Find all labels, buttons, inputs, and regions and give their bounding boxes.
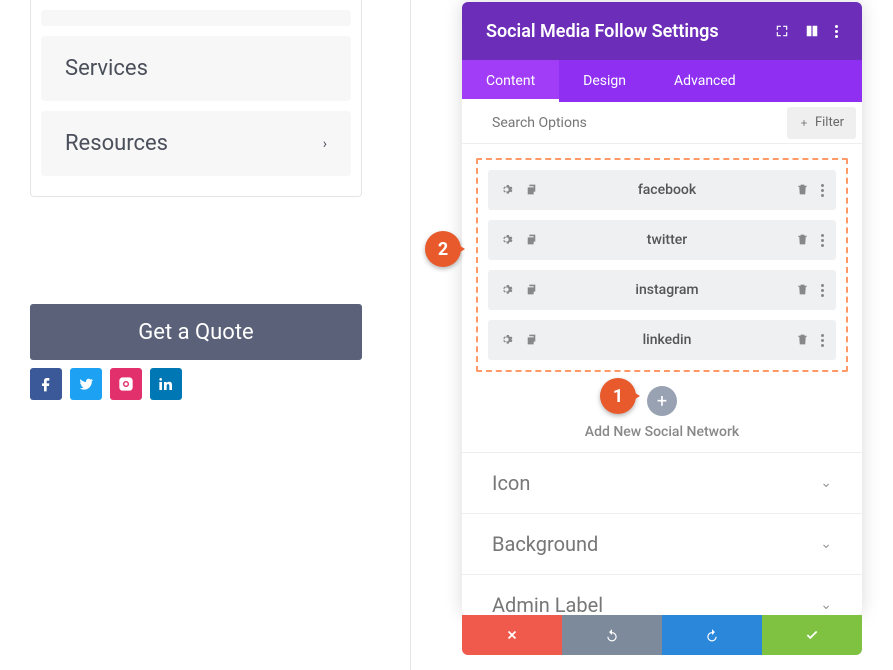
search-row: Filter [462, 102, 862, 144]
quote-button-label: Get a Quote [138, 320, 253, 345]
filter-button[interactable]: Filter [787, 107, 856, 139]
gear-icon[interactable] [500, 181, 513, 200]
twitter-icon[interactable] [70, 368, 102, 400]
network-row-instagram[interactable]: instagram [488, 270, 836, 310]
add-network-button[interactable]: + [647, 386, 677, 416]
cancel-button[interactable] [462, 615, 562, 655]
accordion-label: Resources [65, 131, 168, 156]
network-row-twitter[interactable]: twitter [488, 220, 836, 260]
panel-header: Social Media Follow Settings [462, 2, 862, 60]
section-icon[interactable]: Icon ⌄ [462, 452, 862, 513]
accordion-item-resources[interactable]: Resources › [41, 111, 351, 176]
undo-button[interactable] [562, 615, 662, 655]
tab-content[interactable]: Content [462, 60, 559, 102]
save-button[interactable] [762, 615, 862, 655]
linkedin-icon[interactable] [150, 368, 182, 400]
get-quote-button[interactable]: Get a Quote [30, 304, 362, 360]
section-label: Background [492, 532, 598, 556]
network-label: facebook [538, 182, 796, 198]
tab-label: Advanced [674, 73, 736, 89]
panel-layout-icon[interactable] [805, 24, 819, 38]
gear-icon[interactable] [500, 331, 513, 350]
annotation-pointer-2: 2 [425, 231, 461, 267]
social-icons-row [30, 368, 182, 400]
more-vert-icon[interactable] [821, 334, 824, 347]
chevron-down-icon: ⌄ [820, 536, 832, 552]
tab-label: Content [486, 73, 535, 89]
network-label: twitter [538, 232, 796, 248]
accordion-label: Services [65, 56, 148, 81]
tab-advanced[interactable]: Advanced [650, 60, 760, 102]
more-vert-icon[interactable] [835, 25, 838, 38]
chevron-down-icon: ⌄ [820, 475, 832, 491]
settings-panel: Social Media Follow Settings Content Des… [462, 2, 862, 615]
accordion-item-empty[interactable] [41, 10, 351, 26]
vertical-divider [410, 0, 411, 670]
duplicate-icon[interactable] [525, 281, 538, 300]
section-background[interactable]: Background ⌄ [462, 513, 862, 574]
panel-title: Social Media Follow Settings [486, 21, 719, 42]
filter-label: Filter [815, 115, 844, 130]
add-network-label: Add New Social Network [462, 424, 862, 440]
section-admin-label[interactable]: Admin Label ⌄ [462, 574, 862, 615]
trash-icon[interactable] [796, 181, 809, 200]
gear-icon[interactable] [500, 231, 513, 250]
network-row-linkedin[interactable]: linkedin [488, 320, 836, 360]
add-network-section: + Add New Social Network [462, 386, 862, 440]
more-vert-icon[interactable] [821, 234, 824, 247]
duplicate-icon[interactable] [525, 181, 538, 200]
search-input[interactable] [462, 115, 787, 131]
trash-icon[interactable] [796, 231, 809, 250]
annotation-pointer-1: 1 [600, 378, 636, 414]
sidebar-container: Services Resources › [30, 0, 362, 197]
section-label: Admin Label [492, 593, 603, 615]
duplicate-icon[interactable] [525, 231, 538, 250]
tab-label: Design [583, 73, 626, 89]
more-vert-icon[interactable] [821, 184, 824, 197]
network-label: instagram [538, 282, 796, 298]
annotation-number: 1 [613, 386, 623, 407]
instagram-icon[interactable] [110, 368, 142, 400]
facebook-icon[interactable] [30, 368, 62, 400]
network-list: facebook twitter [462, 144, 862, 386]
accordion-item-services[interactable]: Services [41, 36, 351, 101]
network-row-facebook[interactable]: facebook [488, 170, 836, 210]
section-label: Icon [492, 471, 530, 495]
trash-icon[interactable] [796, 331, 809, 350]
more-vert-icon[interactable] [821, 284, 824, 297]
chevron-down-icon: ⌄ [820, 597, 832, 613]
panel-tabs: Content Design Advanced [462, 60, 862, 102]
redo-button[interactable] [662, 615, 762, 655]
annotation-number: 2 [438, 239, 448, 260]
duplicate-icon[interactable] [525, 331, 538, 350]
trash-icon[interactable] [796, 281, 809, 300]
header-icons [775, 24, 838, 38]
network-list-highlight: facebook twitter [476, 158, 848, 372]
tab-design[interactable]: Design [559, 60, 650, 102]
network-label: linkedin [538, 332, 796, 348]
chevron-right-icon: › [323, 136, 327, 152]
expand-icon[interactable] [775, 24, 789, 38]
footer-actions [462, 615, 862, 655]
gear-icon[interactable] [500, 281, 513, 300]
